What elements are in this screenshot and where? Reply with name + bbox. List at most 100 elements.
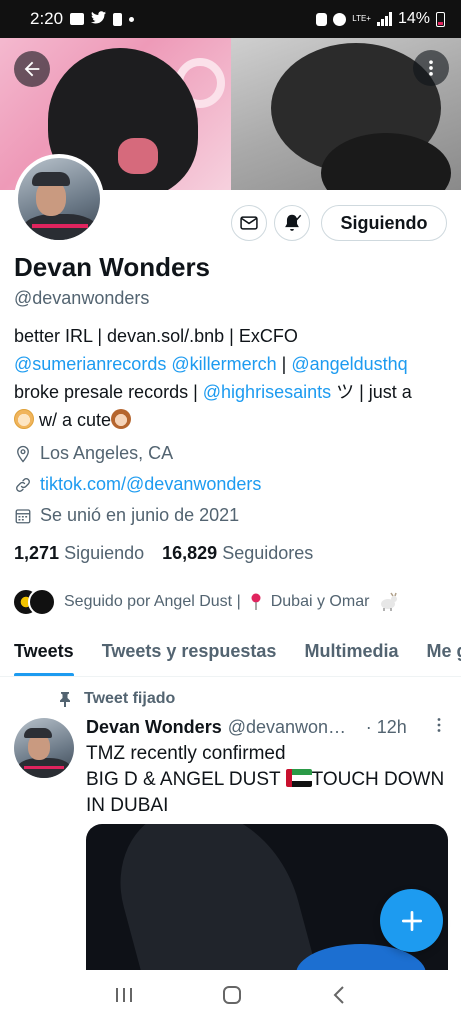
tweet-header: Devan Wonders @devanwonders · 12h — [86, 716, 446, 739]
battery-icon — [436, 11, 445, 27]
tweet-author-handle[interactable]: @devanwonders — [228, 717, 356, 738]
mention-angeldusthq[interactable]: @angeldusthq — [291, 354, 407, 374]
join-date-text: Se unió en junio de 2021 — [40, 505, 240, 525]
back-button[interactable] — [14, 51, 50, 87]
network-type: LTE+ — [352, 14, 371, 23]
lock-icon — [316, 12, 328, 26]
bio-line-3-suffix: ツ | just a — [331, 382, 412, 402]
clown-emoji-icon — [14, 409, 34, 429]
website-link[interactable]: tiktok.com/@devanwonders — [40, 474, 261, 495]
message-button[interactable] — [231, 205, 267, 241]
more-options-button[interactable] — [413, 50, 449, 86]
more-vertical-icon — [429, 60, 433, 76]
mail-icon — [240, 216, 258, 230]
tweet-time: · 12h — [365, 717, 407, 737]
tweet-author-name[interactable]: Devan Wonders — [86, 717, 222, 738]
following-button[interactable]: Siguiendo — [321, 205, 447, 241]
tweet-more-button[interactable] — [432, 716, 446, 739]
more-vertical-icon — [437, 718, 441, 732]
followed-by-avatars — [12, 588, 56, 616]
tweet-avatar[interactable] — [14, 718, 74, 778]
bio-separator: | — [276, 354, 292, 374]
tweet-line-3: IN DUBAI — [86, 795, 169, 816]
recent-apps-icon — [116, 987, 133, 1002]
alarm-icon — [333, 12, 347, 26]
profile-website[interactable]: tiktok.com/@devanwonders — [14, 474, 261, 495]
bio-line-2: @sumerianrecords @killermerch | @angeldu… — [14, 350, 454, 378]
followers-number: 16,829 — [162, 543, 218, 563]
tab-tweets-replies[interactable]: Tweets y respuestas — [88, 625, 291, 676]
dog-tongue — [118, 138, 158, 174]
battery-saver-icon — [113, 12, 123, 26]
status-time: 2:20 — [30, 9, 64, 28]
home-icon — [223, 985, 242, 1004]
compose-plus-icon — [401, 910, 422, 931]
tweet-avatar-cap — [24, 728, 52, 738]
signal-icon — [376, 12, 392, 26]
bio-line-1: better IRL | devan.sol/.bnb | ExCFO — [14, 326, 298, 346]
profile-bio: better IRL | devan.sol/.bnb | ExCFO @sum… — [14, 322, 454, 434]
goat-emoji-icon — [381, 592, 398, 611]
bio-line-4: w/ a cute — [14, 406, 454, 434]
pin-icon — [60, 692, 70, 707]
tweet-line-2-prefix: BIG D & ANGEL DUST — [86, 769, 286, 790]
tweet-avatar-stripe — [24, 766, 64, 769]
location-text: Los Angeles, CA — [40, 443, 174, 463]
followers-count[interactable]: 16,829 Seguidores — [162, 543, 313, 564]
twitter-notification-icon — [91, 9, 107, 29]
tweet-line-2-suffix: TOUCH DOWN — [311, 769, 445, 790]
compose-tweet-button[interactable] — [380, 889, 443, 952]
bio-line-4-text: w/ a cute — [34, 410, 112, 430]
followed-by-suffix: Dubai y Omar — [270, 593, 370, 610]
following-number: 1,271 — [14, 543, 60, 563]
avatar-stripe — [32, 224, 88, 228]
mention-highrisesaints[interactable]: @highrisesaints — [203, 382, 331, 402]
pin-location-icon — [251, 593, 261, 610]
follower-avatar-2 — [28, 588, 56, 616]
battery-percent: 14% — [397, 10, 430, 27]
avatar-image — [18, 158, 100, 240]
profile-tabs: Tweets Tweets y respuestas Multimedia Me… — [0, 625, 461, 677]
followed-by-prefix: Seguido por Angel Dust | — [64, 593, 241, 610]
mention-killermerch[interactable]: @killermerch — [171, 354, 276, 374]
profile-location: Los Angeles, CA — [14, 443, 173, 464]
tweet-text: TMZ recently confirmed BIG D & ANGEL DUS… — [86, 741, 446, 819]
tab-tweets[interactable]: Tweets — [0, 625, 88, 676]
pinned-label: Tweet fijado — [58, 690, 175, 708]
follow-counts: 1,271 Siguiendo 16,829 Seguidores — [14, 543, 313, 564]
following-label: Siguiendo — [64, 543, 145, 563]
media-shape — [103, 824, 319, 974]
back-icon — [333, 985, 344, 1004]
status-bar: 2:20 LTE+ 14% — [0, 0, 461, 38]
followed-by[interactable]: Seguido por Angel Dust | Dubai y Omar — [12, 588, 399, 616]
gallery-notification-icon — [70, 13, 85, 25]
tab-media[interactable]: Multimedia — [290, 625, 412, 676]
profile-avatar[interactable] — [14, 154, 104, 244]
calendar-icon — [15, 508, 31, 523]
more-notifications-dot — [129, 16, 135, 22]
following-count[interactable]: 1,271 Siguiendo — [14, 543, 144, 564]
back-system-button[interactable] — [330, 984, 348, 1011]
dog-emoji-icon — [111, 409, 132, 429]
tweet-line-1: TMZ recently confirmed — [86, 743, 286, 764]
mention-sumerianrecords[interactable]: @sumerianrecords — [14, 354, 166, 374]
back-arrow-icon — [24, 61, 40, 77]
location-icon — [17, 445, 29, 463]
bio-line-3: broke presale records | @highrisesaints … — [14, 378, 454, 406]
uae-flag-icon — [285, 769, 312, 787]
profile-join-date: Se unió en junio de 2021 — [14, 505, 239, 526]
tab-likes[interactable]: Me gusta — [412, 625, 461, 676]
tweet-line-2: BIG D & ANGEL DUST TOUCH DOWN — [86, 767, 446, 793]
bell-icon — [285, 214, 302, 231]
notifications-button[interactable] — [274, 205, 310, 241]
profile-name: Devan Wonders — [14, 252, 211, 282]
status-right: LTE+ 14% — [316, 10, 445, 28]
followers-label: Seguidores — [222, 543, 314, 563]
avatar-cap — [32, 172, 70, 186]
system-nav-bar — [0, 970, 461, 1024]
home-button[interactable] — [221, 984, 243, 1011]
status-left: 2:20 — [30, 9, 135, 29]
pinned-text: Tweet fijado — [84, 690, 176, 707]
recent-apps-button[interactable] — [113, 985, 135, 1010]
bio-line-3-prefix: broke presale records | — [14, 382, 203, 402]
